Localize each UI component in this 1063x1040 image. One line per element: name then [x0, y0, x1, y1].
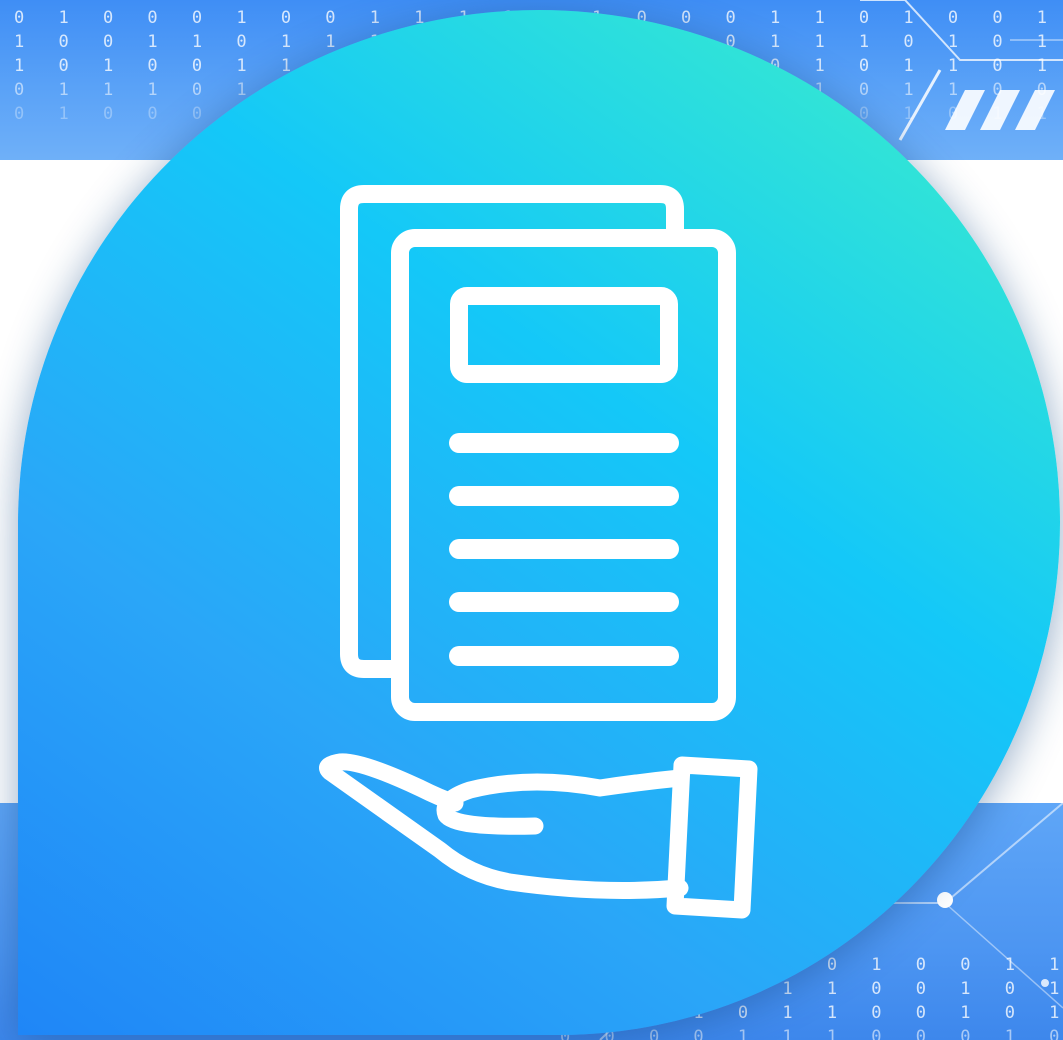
header-box: [450, 287, 678, 383]
document-in-hand-icon: [0, 0, 1063, 1040]
open-hand: [319, 753, 689, 899]
illustration: 0 1 0 0 0 1 0 0 1 1 1 1 1 1 0 0 0 1 1 0 …: [0, 0, 1063, 1040]
document-hand-glyph: [319, 185, 758, 919]
